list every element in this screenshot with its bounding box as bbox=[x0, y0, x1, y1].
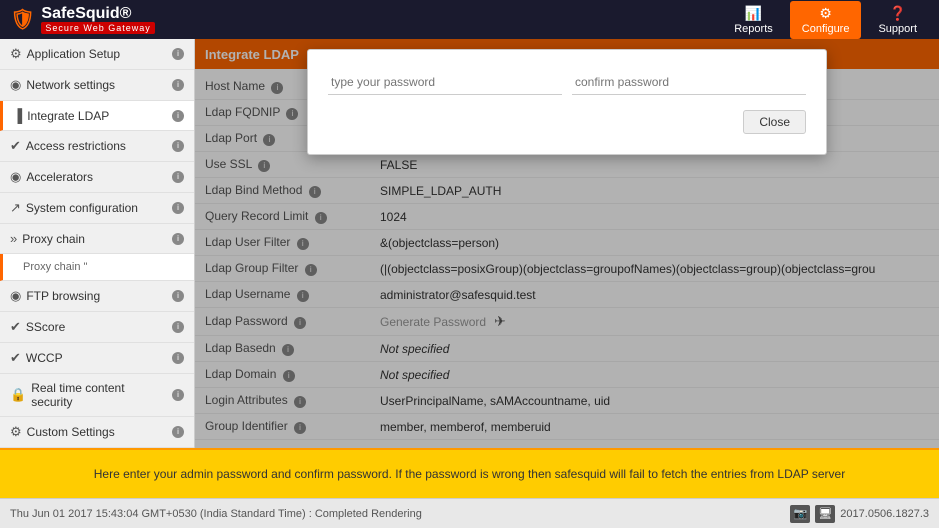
real-time-info-icon: i bbox=[172, 389, 184, 401]
logo-text: SafeSquid® Secure Web Gateway bbox=[41, 6, 154, 34]
accelerators-info-icon: i bbox=[172, 171, 184, 183]
sidebar-item-accelerators[interactable]: ◉ Accelerators i bbox=[0, 162, 194, 193]
sidebar-item-application-setup[interactable]: ⚙ Application Setup i bbox=[0, 39, 194, 70]
custom-settings-info-icon: i bbox=[172, 426, 184, 438]
status-icon-camera[interactable]: 📷 bbox=[790, 505, 810, 523]
configure-icon: ⚙ bbox=[819, 5, 832, 22]
modal-close-button[interactable]: Close bbox=[743, 110, 806, 134]
network-settings-info-icon: i bbox=[172, 79, 184, 91]
sidebar-label-custom-settings: Custom Settings bbox=[27, 425, 164, 439]
nav-configure-label: Configure bbox=[802, 23, 850, 35]
access-restrictions-icon: ✔ bbox=[10, 138, 21, 154]
sidebar-item-network-settings[interactable]: ◉ Network settings i bbox=[0, 70, 194, 101]
sidebar-item-ftp-browsing[interactable]: ◉ FTP browsing i bbox=[0, 281, 194, 312]
confirm-password-input[interactable] bbox=[572, 70, 806, 95]
wccp-info-icon: i bbox=[172, 352, 184, 364]
sidebar-label-system-configuration: System configuration bbox=[26, 201, 164, 215]
status-bar: Thu Jun 01 2017 15:43:04 GMT+0530 (India… bbox=[0, 498, 939, 528]
access-restrictions-info-icon: i bbox=[172, 140, 184, 152]
sidebar-item-custom-settings[interactable]: ⚙ Custom Settings i bbox=[0, 417, 194, 448]
sidebar: ⚙ Application Setup i ◉ Network settings… bbox=[0, 39, 195, 448]
password-modal: Close bbox=[307, 49, 827, 155]
sidebar-label-network-settings: Network settings bbox=[26, 78, 164, 92]
support-icon: ❓ bbox=[889, 5, 906, 22]
network-settings-icon: ◉ bbox=[10, 77, 21, 93]
tooltip-text: Here enter your admin password and confi… bbox=[94, 466, 845, 483]
modal-overlay: Close bbox=[195, 39, 939, 448]
header: 🛡 SafeSquid® Secure Web Gateway 📊 Report… bbox=[0, 0, 939, 39]
system-configuration-info-icon: i bbox=[172, 202, 184, 214]
status-icon-display[interactable]: 🖥 bbox=[815, 505, 835, 523]
reports-icon: 📊 bbox=[745, 5, 762, 22]
sidebar-label-sscore: SScore bbox=[26, 320, 164, 334]
logo-icon: 🛡 bbox=[10, 7, 35, 32]
sidebar-item-integrate-ldap[interactable]: ▐ Integrate LDAP i bbox=[0, 101, 194, 131]
sidebar-label-accelerators: Accelerators bbox=[26, 170, 164, 184]
sidebar-label-wccp: WCCP bbox=[26, 351, 164, 365]
sidebar-item-wccp[interactable]: ✔ WCCP i bbox=[0, 343, 194, 374]
sidebar-item-sscore[interactable]: ✔ SScore i bbox=[0, 312, 194, 343]
custom-settings-icon: ⚙ bbox=[10, 424, 22, 440]
main-layout: ⚙ Application Setup i ◉ Network settings… bbox=[0, 39, 939, 448]
integrate-ldap-icon: ▐ bbox=[13, 108, 22, 123]
application-setup-icon: ⚙ bbox=[10, 46, 22, 62]
application-setup-info-icon: i bbox=[172, 48, 184, 60]
sidebar-item-real-time-content-security[interactable]: 🔒 Real time content security i bbox=[0, 374, 194, 417]
modal-footer: Close bbox=[328, 110, 806, 134]
status-icons: 📷 🖥 2017.0506.1827.3 bbox=[790, 505, 929, 523]
logo-subtitle: Secure Web Gateway bbox=[41, 22, 154, 34]
header-nav: 📊 Reports ⚙ Configure ❓ Support bbox=[722, 1, 929, 39]
nav-support[interactable]: ❓ Support bbox=[866, 1, 929, 39]
sidebar-label-proxy-chain-sub: Proxy chain " bbox=[23, 261, 184, 273]
tooltip-bar: Here enter your admin password and confi… bbox=[0, 448, 939, 498]
nav-reports-label: Reports bbox=[734, 23, 773, 35]
sscore-info-icon: i bbox=[172, 321, 184, 333]
sidebar-label-application-setup: Application Setup bbox=[27, 47, 164, 61]
wccp-icon: ✔ bbox=[10, 350, 21, 366]
integrate-ldap-info-icon: i bbox=[172, 110, 184, 122]
status-text: Thu Jun 01 2017 15:43:04 GMT+0530 (India… bbox=[10, 508, 422, 520]
sscore-icon: ✔ bbox=[10, 319, 21, 335]
content-area: Integrate LDAP Host Name i Not specified… bbox=[195, 39, 939, 448]
sidebar-label-real-time: Real time content security bbox=[31, 381, 164, 409]
sidebar-item-proxy-chain-sub[interactable]: Proxy chain " bbox=[0, 254, 194, 281]
system-configuration-icon: ↗ bbox=[10, 200, 21, 216]
nav-configure[interactable]: ⚙ Configure bbox=[790, 1, 862, 39]
real-time-icon: 🔒 bbox=[10, 387, 26, 403]
sidebar-label-proxy-chain: Proxy chain bbox=[22, 232, 164, 246]
sidebar-label-integrate-ldap: Integrate LDAP bbox=[27, 109, 164, 123]
accelerators-icon: ◉ bbox=[10, 169, 21, 185]
logo: 🛡 SafeSquid® Secure Web Gateway bbox=[10, 6, 155, 34]
proxy-chain-info-icon: i bbox=[172, 233, 184, 245]
nav-reports[interactable]: 📊 Reports bbox=[722, 1, 785, 39]
status-version: 2017.0506.1827.3 bbox=[840, 508, 929, 520]
ftp-browsing-info-icon: i bbox=[172, 290, 184, 302]
sidebar-label-ftp-browsing: FTP browsing bbox=[26, 289, 164, 303]
password-input[interactable] bbox=[328, 70, 562, 95]
modal-inputs bbox=[328, 70, 806, 95]
sidebar-item-system-configuration[interactable]: ↗ System configuration i bbox=[0, 193, 194, 224]
nav-support-label: Support bbox=[878, 23, 917, 35]
sidebar-item-access-restrictions[interactable]: ✔ Access restrictions i bbox=[0, 131, 194, 162]
sidebar-label-access-restrictions: Access restrictions bbox=[26, 139, 164, 153]
sidebar-item-proxy-chain[interactable]: » Proxy chain i bbox=[0, 224, 194, 254]
proxy-chain-icon: » bbox=[10, 231, 17, 246]
logo-title: SafeSquid® bbox=[41, 6, 154, 22]
ftp-browsing-icon: ◉ bbox=[10, 288, 21, 304]
